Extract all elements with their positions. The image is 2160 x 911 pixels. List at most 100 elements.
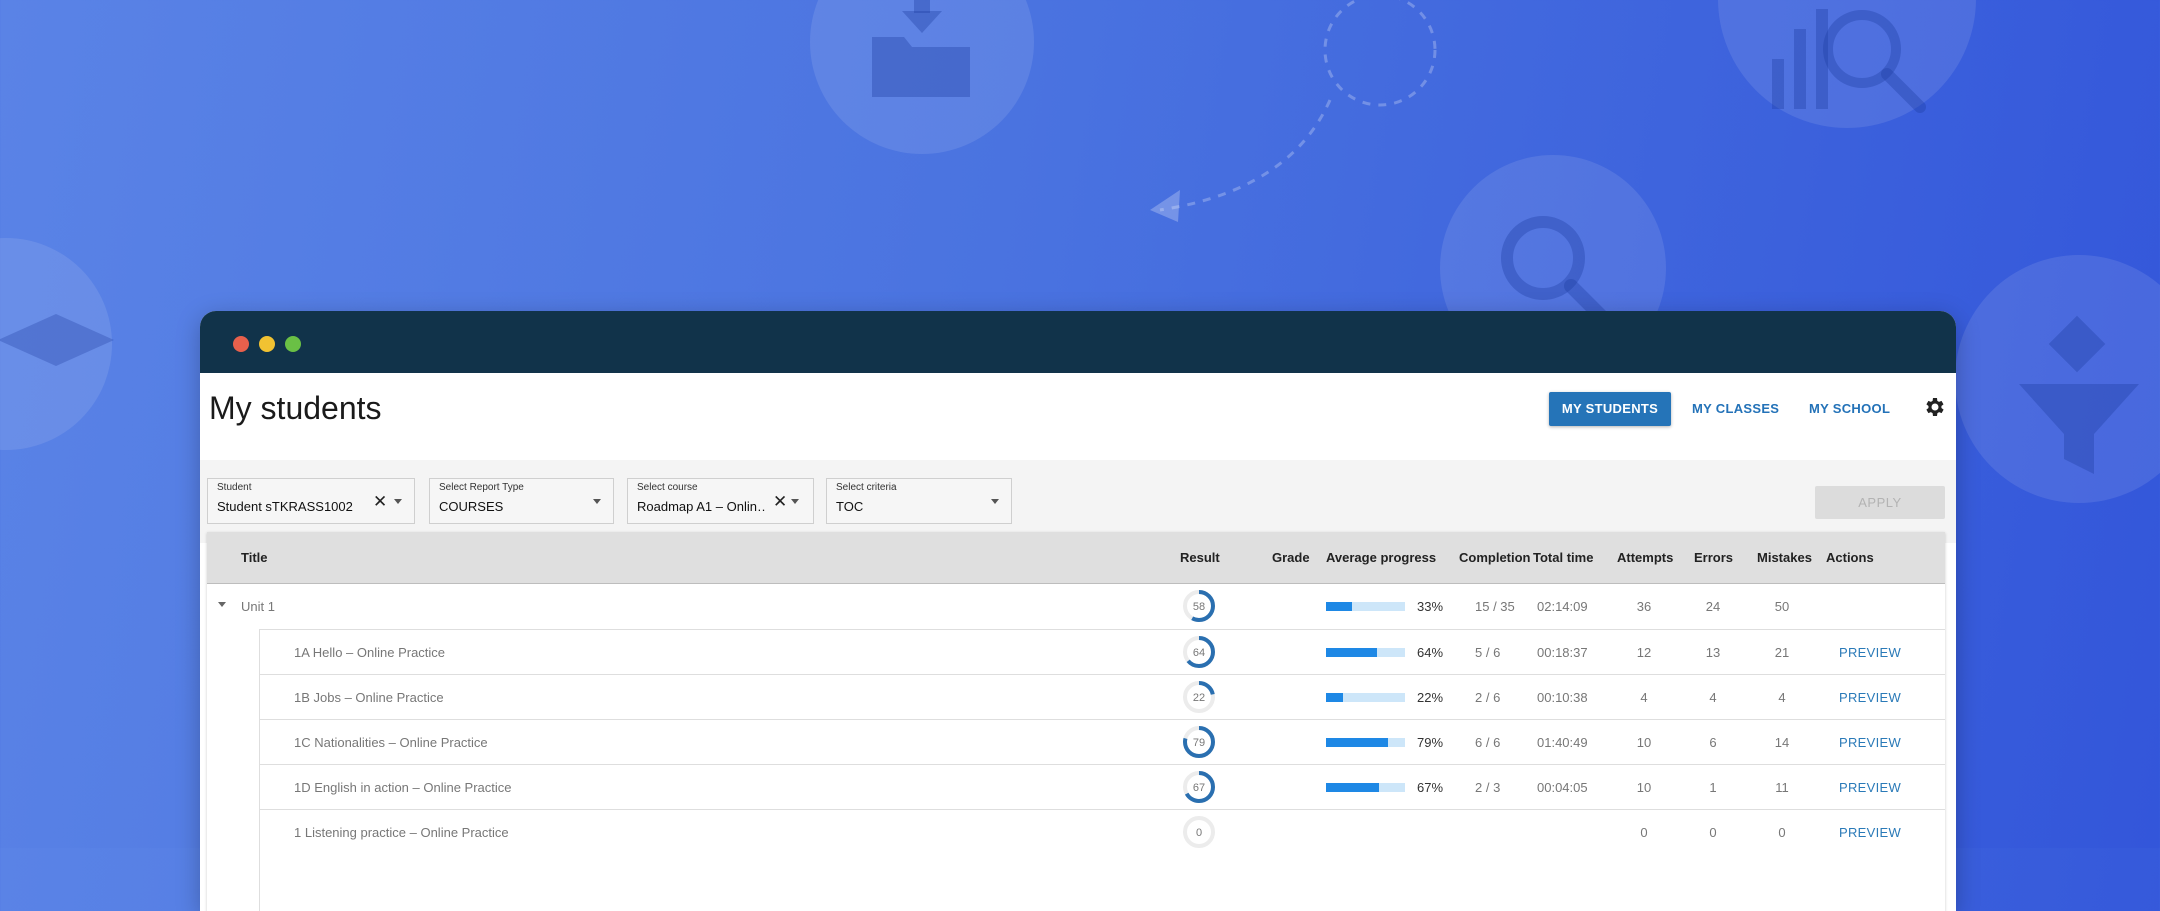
col-mistakes[interactable]: Mistakes xyxy=(1757,550,1812,565)
criteria-select[interactable]: Select criteria TOC xyxy=(826,478,1012,524)
close-window-dot[interactable] xyxy=(233,336,249,352)
table-row[interactable]: 1C Nationalities – Online Practice 79 79% 6… xyxy=(259,719,1945,765)
col-grade[interactable]: Grade xyxy=(1272,550,1310,565)
expand-collapse-icon[interactable] xyxy=(218,602,226,607)
progress-bar xyxy=(1326,738,1405,747)
errors-value: 0 xyxy=(1709,825,1717,840)
col-total-time[interactable]: Total time xyxy=(1533,550,1593,565)
progress-bar-fill xyxy=(1326,648,1377,657)
attempts-value: 4 xyxy=(1640,690,1648,705)
total-time-value: 00:18:37 xyxy=(1537,645,1588,660)
col-attempts[interactable]: Attempts xyxy=(1617,550,1673,565)
completion-value: 6 / 6 xyxy=(1475,735,1501,750)
result-ring-label: 67 xyxy=(1193,782,1205,794)
progress-bar xyxy=(1326,602,1405,611)
mistakes-value: 21 xyxy=(1774,645,1790,660)
bg-chart-circle xyxy=(1718,0,1976,128)
attempts-value: 36 xyxy=(1636,599,1652,614)
nav-my-students[interactable]: MY STUDENTS xyxy=(1549,392,1671,426)
window-titlebar xyxy=(200,311,1956,373)
progress-percent: 22% xyxy=(1417,690,1444,705)
gear-icon[interactable] xyxy=(1922,395,1946,419)
mistakes-value: 50 xyxy=(1774,599,1790,614)
preview-link[interactable]: PREVIEW xyxy=(1839,645,1901,660)
result-ring: 79 xyxy=(1183,726,1215,758)
nav-my-classes[interactable]: MY CLASSES xyxy=(1692,392,1779,426)
errors-value: 4 xyxy=(1709,690,1717,705)
page-header: My students MY STUDENTS MY CLASSES MY SC… xyxy=(200,373,1956,460)
clear-student-icon[interactable]: ✕ xyxy=(373,493,387,510)
attempts-value: 0 xyxy=(1640,825,1648,840)
preview-link[interactable]: PREVIEW xyxy=(1839,825,1901,840)
table-row[interactable]: 1 Listening practice – Online Practice 0 0… xyxy=(259,809,1945,855)
clear-course-icon[interactable]: ✕ xyxy=(773,493,787,510)
preview-link[interactable]: PREVIEW xyxy=(1839,690,1901,705)
student-select-value: Student sTKRASS1002 xyxy=(217,499,353,514)
chart-search-icon xyxy=(1772,9,1926,113)
table-row-unit[interactable]: Unit 1 58 33% 15 / 35 02:14:09 36 24 50 xyxy=(207,584,1945,629)
col-average-progress[interactable]: Average progress xyxy=(1326,550,1436,565)
funnel-icon xyxy=(2019,315,2139,474)
result-ring: 67 xyxy=(1183,771,1215,803)
mistakes-value: 11 xyxy=(1775,780,1789,795)
total-time-value: 01:40:49 xyxy=(1537,735,1588,750)
student-select[interactable]: Student Student sTKRASS1002 ✕ xyxy=(207,478,415,524)
row-title: 1D English in action – Online Practice xyxy=(294,780,512,795)
criteria-select-value: TOC xyxy=(836,499,864,514)
bg-cap-circle xyxy=(0,238,114,450)
row-title: 1 Listening practice – Online Practice xyxy=(294,825,509,840)
preview-link[interactable]: PREVIEW xyxy=(1839,735,1901,750)
row-title: Unit 1 xyxy=(241,599,275,614)
col-title[interactable]: Title xyxy=(241,550,268,565)
errors-value: 13 xyxy=(1705,645,1721,660)
preview-link[interactable]: PREVIEW xyxy=(1839,780,1901,795)
progress-percent: 33% xyxy=(1417,599,1444,614)
folder-download-icon xyxy=(872,0,970,97)
col-actions[interactable]: Actions xyxy=(1826,550,1874,565)
result-ring-label: 64 xyxy=(1193,647,1205,659)
total-time-value: 02:14:09 xyxy=(1537,599,1588,614)
student-select-label: Student xyxy=(217,482,252,493)
report-type-select[interactable]: Select Report Type COURSES xyxy=(429,478,614,524)
attempts-value: 10 xyxy=(1636,780,1652,795)
chevron-down-icon xyxy=(593,499,601,504)
course-select-label: Select course xyxy=(637,482,698,493)
result-ring-label: 58 xyxy=(1193,601,1205,613)
course-select[interactable]: Select course Roadmap A1 – Onlin… ✕ xyxy=(627,478,814,524)
bg-dashed-path xyxy=(1150,0,1437,222)
progress-percent: 67% xyxy=(1417,780,1444,795)
report-type-value: COURSES xyxy=(439,499,504,514)
report-type-label: Select Report Type xyxy=(439,482,524,493)
table-header: Title Result Grade Average progress Comp… xyxy=(207,532,1945,584)
progress-percent: 79% xyxy=(1417,735,1444,750)
progress-bar-fill xyxy=(1326,783,1379,792)
table-row[interactable]: 1A Hello – Online Practice 64 64% 5 / 6 00:1… xyxy=(259,629,1945,675)
col-completion[interactable]: Completion xyxy=(1459,550,1531,565)
result-ring: 58 xyxy=(1183,590,1215,622)
table-row[interactable]: 1B Jobs – Online Practice 22 22% 2 / 6 00:10… xyxy=(259,674,1945,720)
result-ring: 0 xyxy=(1183,816,1215,848)
results-table: Title Result Grade Average progress Comp… xyxy=(207,532,1945,911)
completion-value: 2 / 3 xyxy=(1475,780,1501,795)
attempts-value: 12 xyxy=(1636,645,1652,660)
col-errors[interactable]: Errors xyxy=(1694,550,1733,565)
row-title: 1C Nationalities – Online Practice xyxy=(294,735,488,750)
col-result[interactable]: Result xyxy=(1180,550,1220,565)
attempts-value: 10 xyxy=(1636,735,1652,750)
minimize-window-dot[interactable] xyxy=(259,336,275,352)
progress-bar-fill xyxy=(1326,693,1344,702)
progress-bar xyxy=(1326,648,1405,657)
maximize-window-dot[interactable] xyxy=(285,336,301,352)
table-row[interactable]: 1D English in action – Online Practice 67… xyxy=(259,764,1945,810)
progress-bar xyxy=(1326,783,1405,792)
completion-value: 5 / 6 xyxy=(1475,645,1501,660)
result-ring: 22 xyxy=(1183,681,1215,713)
course-select-value: Roadmap A1 – Onlin… xyxy=(637,499,767,514)
bg-funnel-circle xyxy=(1955,255,2160,503)
apply-button[interactable]: APPLY xyxy=(1815,486,1945,519)
mistakes-value: 14 xyxy=(1774,735,1790,750)
graduation-cap-icon xyxy=(0,314,114,366)
bg-folder-circle xyxy=(810,0,1034,154)
nav-my-school[interactable]: MY SCHOOL xyxy=(1809,392,1890,426)
progress-percent: 64% xyxy=(1417,645,1444,660)
